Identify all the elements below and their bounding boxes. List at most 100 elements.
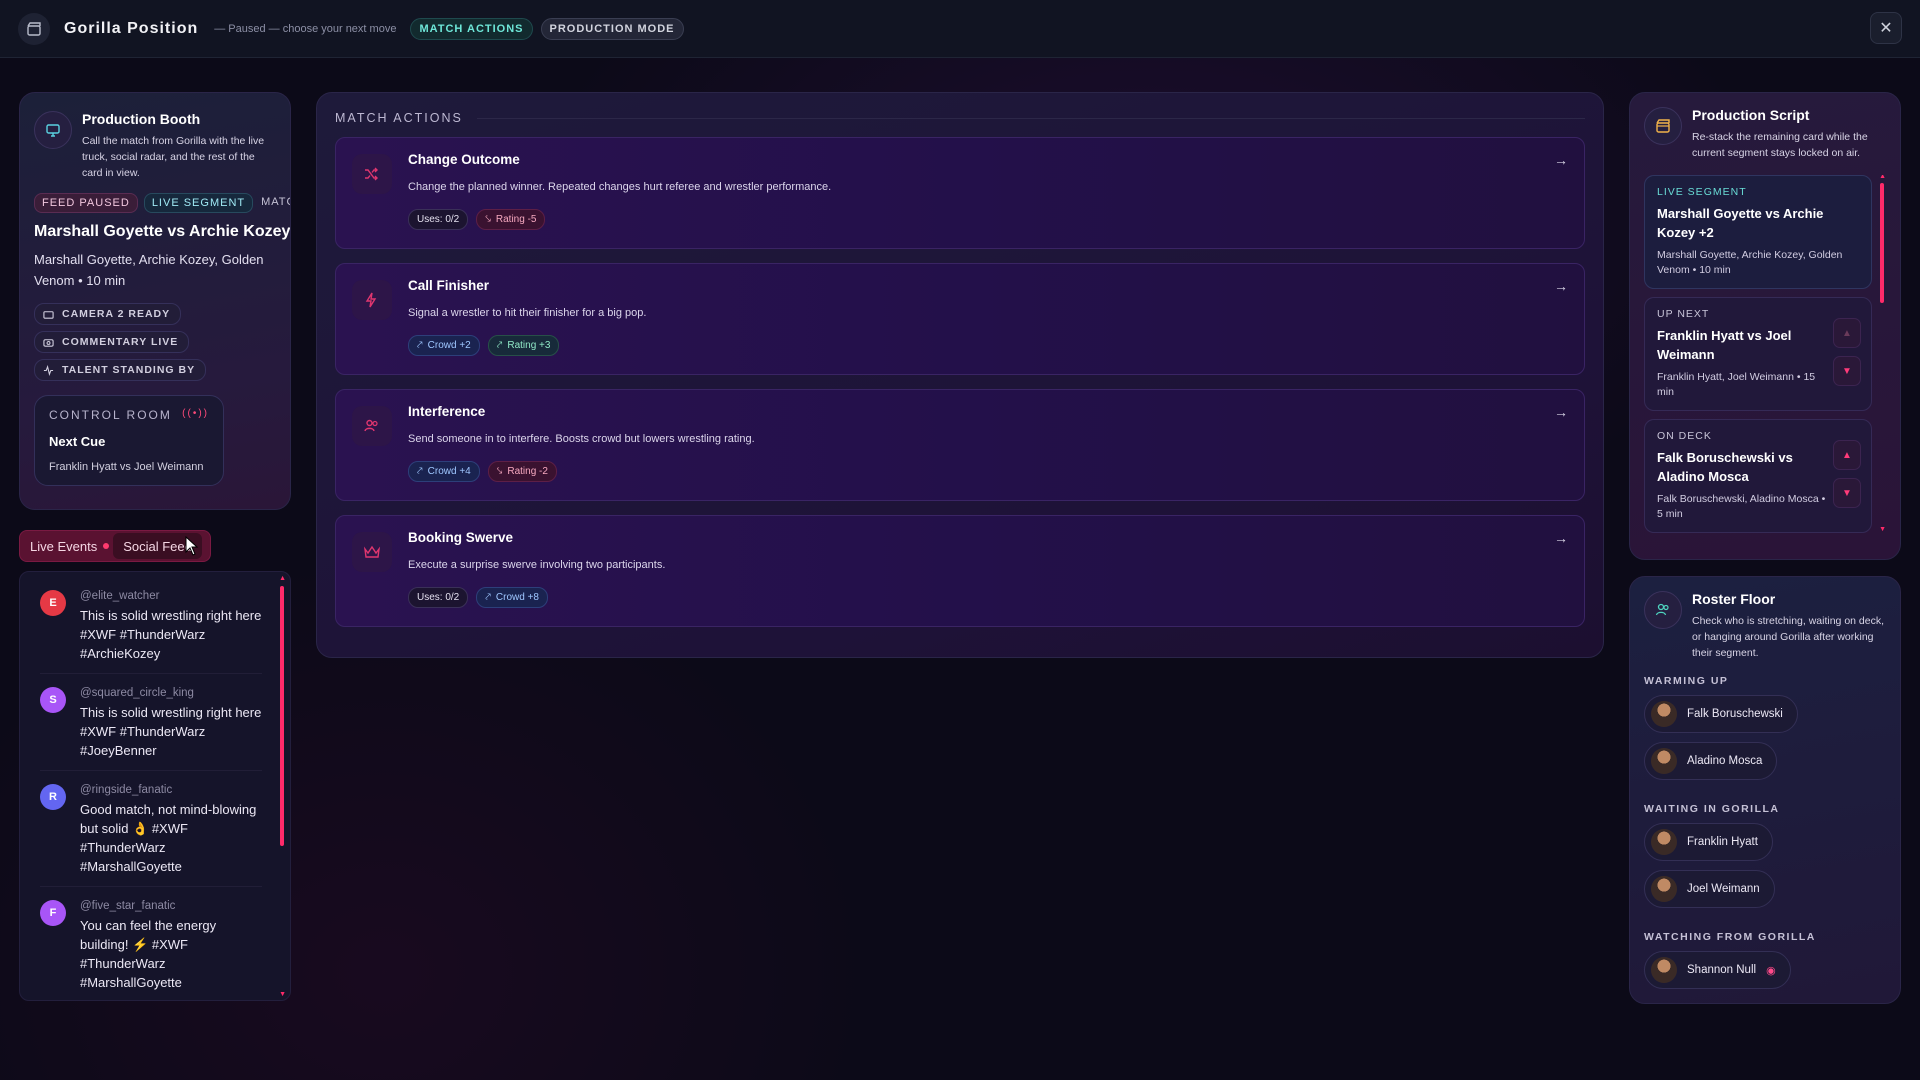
action-card-call-finisher[interactable]: Call Finisher Signal a wrestler to hit t… <box>335 263 1585 375</box>
feed-post: R @ringside_fanatic Good match, not mind… <box>40 784 262 887</box>
activity-icon <box>43 364 54 376</box>
live-segment-label: LIVE SEGMENT <box>1657 186 1747 198</box>
waiting-label: WAITING IN GORILLA <box>1644 803 1780 815</box>
post-handle[interactable]: @elite_watcher <box>80 590 262 602</box>
live-segment-details: Marshall Goyette, Archie Kozey, Golden V… <box>1657 249 1843 276</box>
on-deck-title: Falk Boruschewski vs Aladino Mosca <box>1657 450 1793 484</box>
avatar: R <box>40 784 66 810</box>
post-text: This is solid wrestling right here #XWF … <box>80 705 262 758</box>
effect-chip: ⤥ Rating -2 <box>487 461 557 482</box>
production-mode-pill[interactable]: PRODUCTION MODE <box>540 17 684 40</box>
live-segment-title: Marshall Goyette vs Archie Kozey +2 <box>1657 206 1824 240</box>
crown-icon <box>352 532 392 572</box>
scroll-up-arrow[interactable]: ▲ <box>279 575 286 582</box>
action-card-interference[interactable]: Interference Send someone in to interfer… <box>335 389 1585 501</box>
close-button[interactable]: ✕ <box>1870 12 1902 44</box>
trend-icon: ⤥ <box>496 466 503 477</box>
action-card-change-outcome[interactable]: Change Outcome Change the planned winner… <box>335 137 1585 249</box>
roster-person[interactable]: Falk Boruschewski <box>1644 695 1798 733</box>
effect-chip: ⤤ Crowd +4 <box>408 461 480 482</box>
avatar <box>1651 957 1677 983</box>
scroll-down-arrow[interactable]: ▼ <box>1879 526 1886 533</box>
effect-chip: Uses: 0/2 <box>408 209 469 230</box>
script-queue[interactable]: LIVE SEGMENT Marshall Goyette vs Archie … <box>1644 175 1886 545</box>
roster-person[interactable]: Shannon Null ◉ <box>1644 951 1791 989</box>
feed-paused-tag: FEED PAUSED <box>34 193 138 213</box>
trend-icon: ⤤ <box>417 466 423 477</box>
script-scrollbar[interactable] <box>1880 183 1884 303</box>
match-actions-pill[interactable]: MATCH ACTIONS <box>410 17 533 40</box>
clapperboard-icon <box>18 12 50 45</box>
action-title: Interference <box>408 404 486 419</box>
move-up-button[interactable]: ▲ <box>1833 440 1861 470</box>
effect-chip: ⤤ Crowd +8 <box>476 587 548 608</box>
feed-post: F @five_star_fanatic You can feel the en… <box>40 900 262 1000</box>
move-down-button[interactable]: ▼ <box>1833 478 1861 508</box>
roster-title: Roster Floor <box>1692 591 1776 607</box>
roster-floor-panel: Roster Floor Check who is stretching, wa… <box>1629 576 1901 1004</box>
action-description: Signal a wrestler to hit their finisher … <box>408 307 647 319</box>
roster-person[interactable]: Joel Weimann <box>1644 870 1775 908</box>
action-card-booking-swerve[interactable]: Booking Swerve Execute a surprise swerve… <box>335 515 1585 627</box>
roster-person[interactable]: Aladino Mosca <box>1644 742 1778 780</box>
match-actions-heading: MATCH ACTIONS <box>335 111 1585 125</box>
close-icon: ✕ <box>1879 20 1893 37</box>
match-tag: MATC <box>261 196 290 208</box>
scroll-down-arrow[interactable]: ▼ <box>279 991 286 998</box>
eye-icon: ◉ <box>1766 964 1776 977</box>
status-subtitle: — Paused — choose your next move <box>214 22 397 35</box>
monitor-icon <box>34 111 72 149</box>
on-deck-card[interactable]: ON DECK Falk Boruschewski vs Aladino Mos… <box>1644 419 1872 533</box>
booth-title: Production Booth <box>82 111 201 127</box>
person-name: Aladino Mosca <box>1687 755 1763 767</box>
avatar: E <box>40 590 66 616</box>
script-title: Production Script <box>1692 107 1810 123</box>
production-script-panel: Production Script Re-stack the remaining… <box>1629 92 1901 560</box>
up-next-details: Franklin Hyatt, Joel Weimann • 15 min <box>1657 371 1816 398</box>
trend-icon: ⤤ <box>417 340 423 351</box>
arrow-right-icon[interactable]: → <box>1554 152 1568 168</box>
post-handle[interactable]: @five_star_fanatic <box>80 900 262 912</box>
post-handle[interactable]: @squared_circle_king <box>80 687 262 699</box>
chevron-up-icon: ▲ <box>1842 449 1852 461</box>
social-feed-panel[interactable]: E @elite_watcher This is solid wrestling… <box>19 571 291 1001</box>
scroll-up-arrow[interactable]: ▲ <box>1879 175 1886 180</box>
talent-status-chip: TALENT STANDING BY <box>34 359 207 381</box>
effect-chip: ⤤ Rating +3 <box>487 335 560 356</box>
broadcast-icon: ((•)) <box>182 408 209 419</box>
avatar: S <box>40 687 66 713</box>
action-description: Change the planned winner. Repeated chan… <box>408 181 832 193</box>
person-name: Shannon Null <box>1687 964 1757 976</box>
mouse-cursor-icon <box>185 536 199 556</box>
avatar <box>1651 701 1677 727</box>
feed-scrollbar[interactable] <box>280 586 284 846</box>
up-next-title: Franklin Hyatt vs Joel Weimann <box>1657 328 1792 362</box>
camera-status-chip: CAMERA 2 READY <box>34 303 182 325</box>
chevron-down-icon: ▼ <box>1842 487 1852 499</box>
move-up-button[interactable]: ▲ <box>1833 318 1861 348</box>
roster-person[interactable]: Franklin Hyatt <box>1644 823 1773 861</box>
trend-icon: ⤤ <box>485 592 491 603</box>
tab-live-events[interactable]: Live Events <box>20 539 107 554</box>
warming-up-label: WARMING UP <box>1644 675 1729 687</box>
watching-label: WATCHING FROM GORILLA <box>1644 931 1816 943</box>
arrow-right-icon[interactable]: → <box>1554 278 1568 294</box>
live-segment-tag: LIVE SEGMENT <box>143 193 254 213</box>
current-match-details: Marshall Goyette, Archie Kozey, Golden V… <box>34 252 264 288</box>
avatar <box>1651 876 1677 902</box>
arrow-right-icon[interactable]: → <box>1554 404 1568 420</box>
booth-description: Call the match from Gorilla with the liv… <box>82 135 265 179</box>
control-room-card: CONTROL ROOM ((•)) Next Cue Franklin Hyat… <box>34 395 224 486</box>
match-actions-panel: MATCH ACTIONS Change Outcome Change the … <box>316 92 1604 658</box>
script-description: Re-stack the remaining card while the cu… <box>1692 131 1868 159</box>
avatar: F <box>40 900 66 926</box>
camera-icon <box>43 310 54 319</box>
post-handle[interactable]: @ringside_fanatic <box>80 784 262 796</box>
up-next-card[interactable]: UP NEXT Franklin Hyatt vs Joel Weimann F… <box>1644 297 1872 411</box>
on-deck-label: ON DECK <box>1657 430 1712 442</box>
live-segment-card: LIVE SEGMENT Marshall Goyette vs Archie … <box>1644 175 1872 289</box>
move-down-button[interactable]: ▼ <box>1833 356 1861 386</box>
mic-icon <box>43 338 54 347</box>
users-icon <box>352 406 392 446</box>
arrow-right-icon[interactable]: → <box>1554 530 1568 546</box>
